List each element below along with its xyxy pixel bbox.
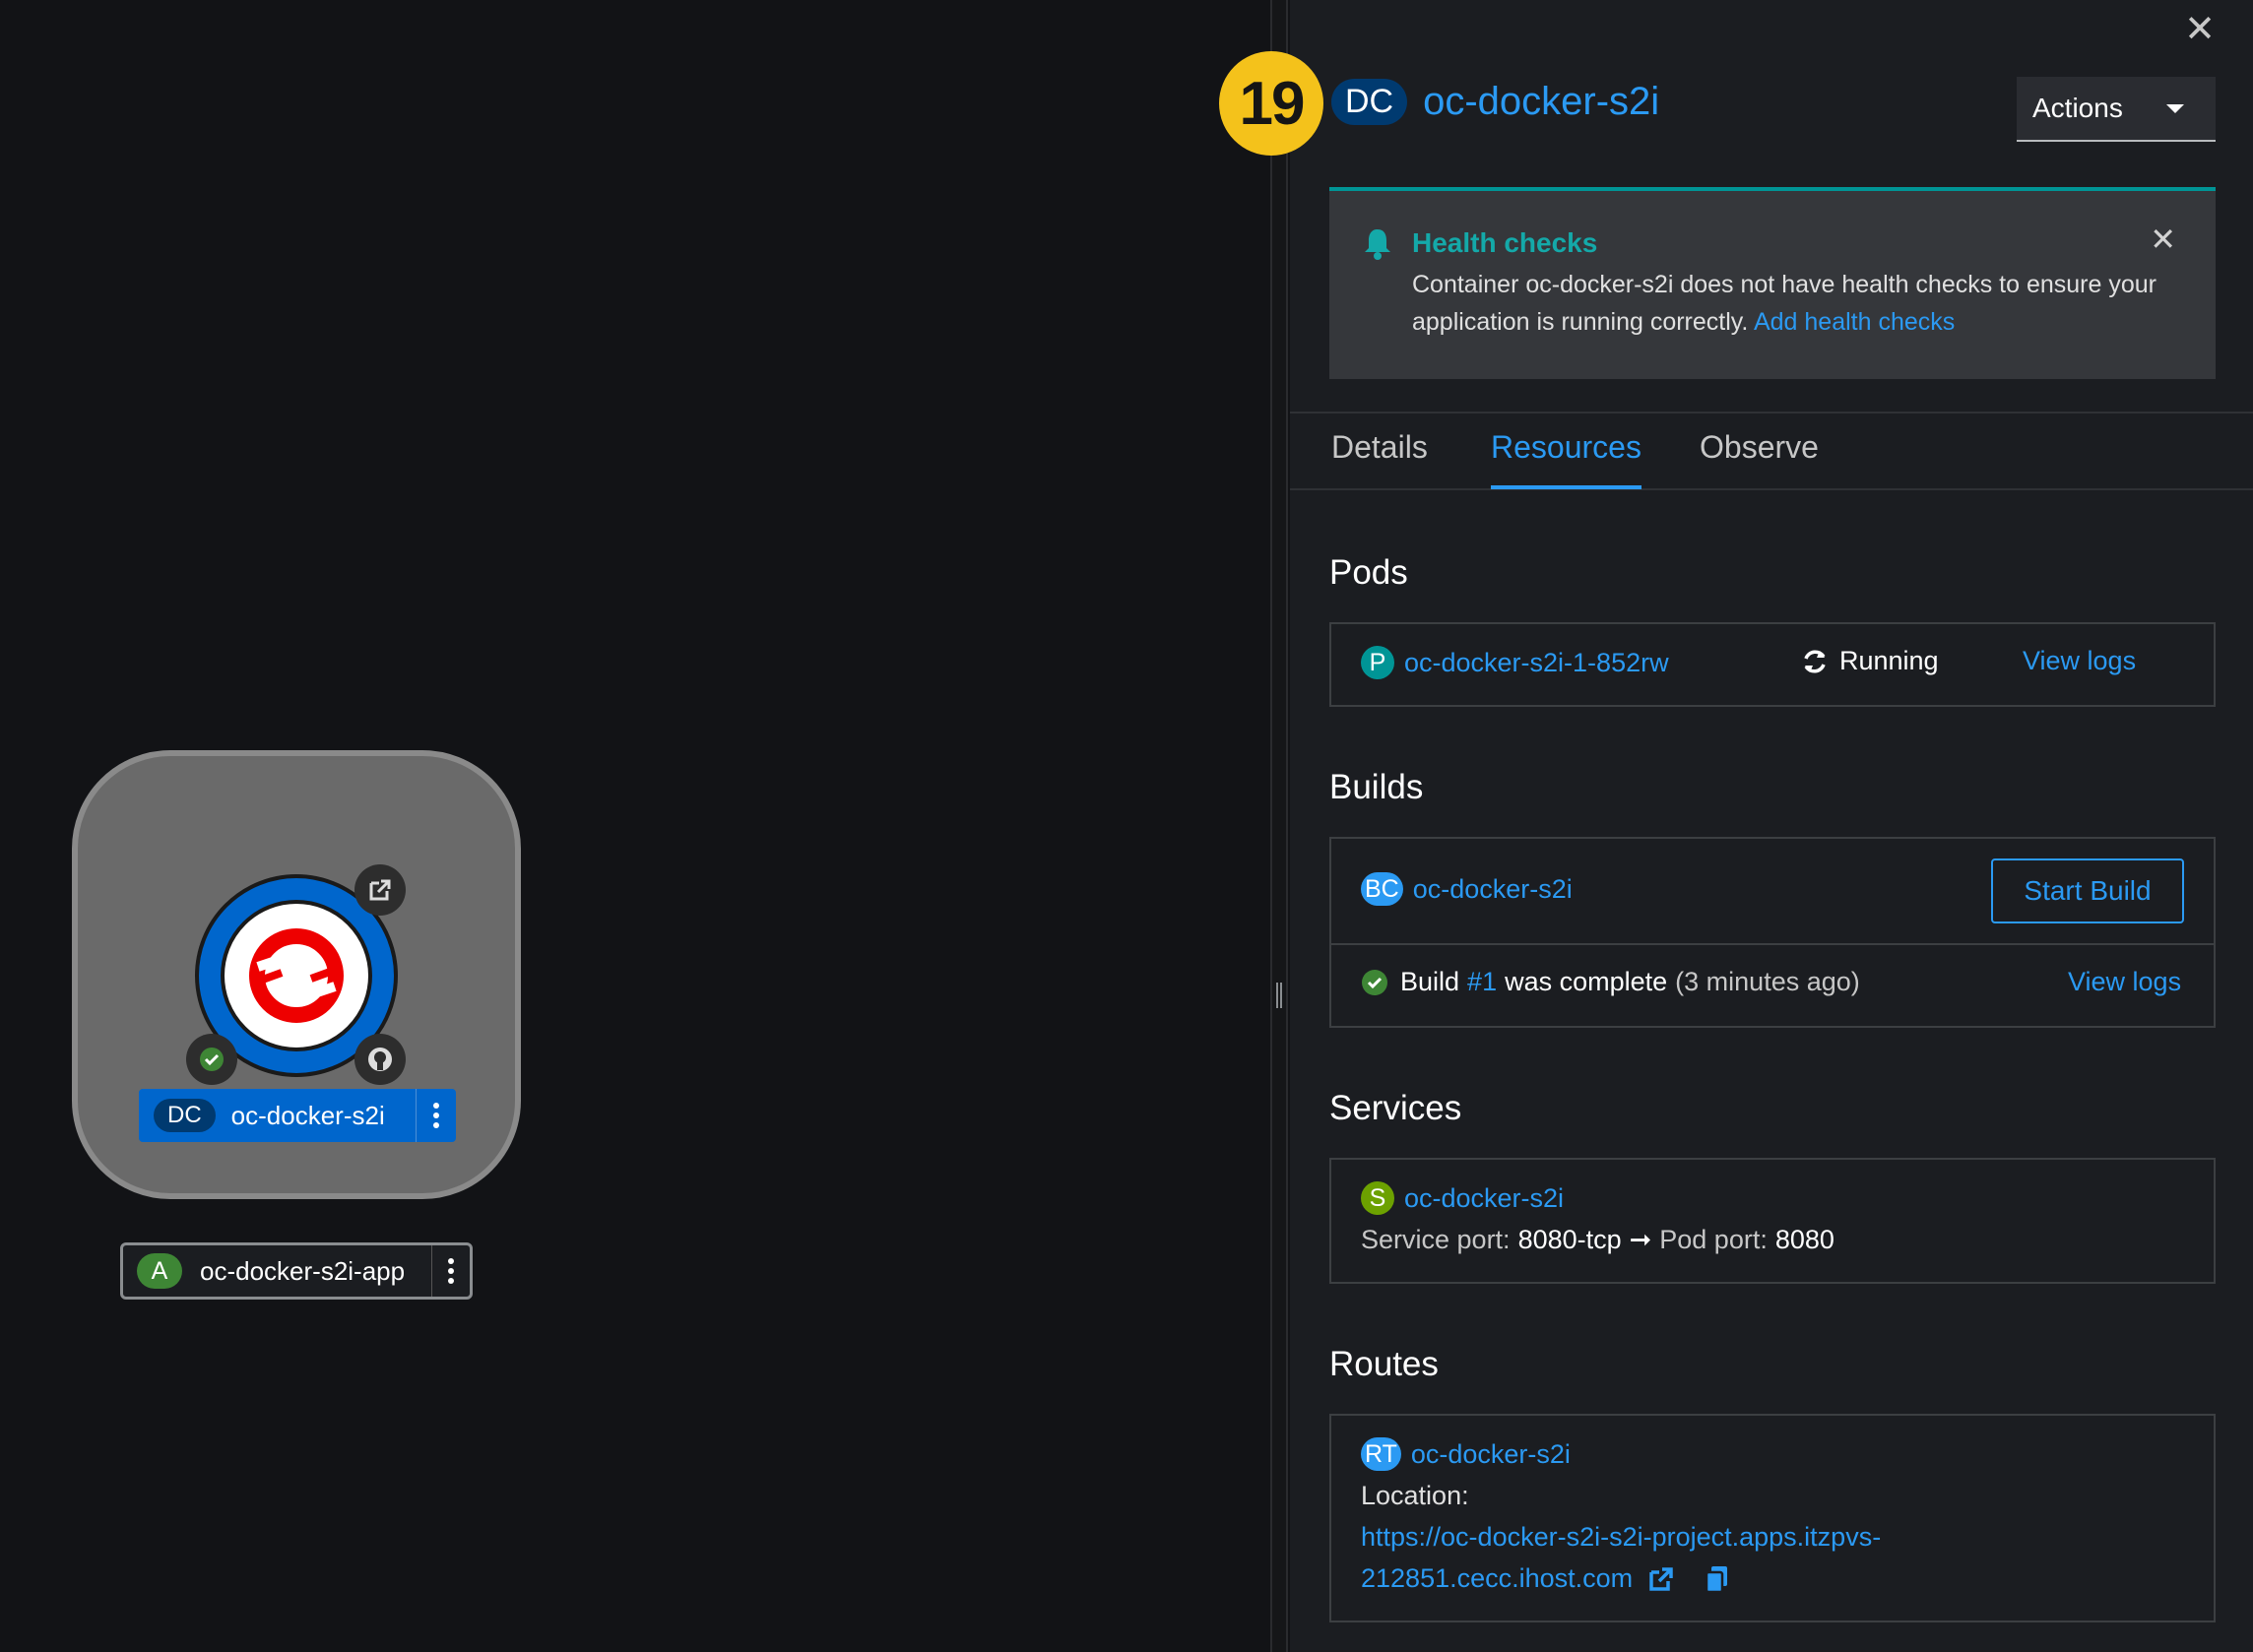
node-label[interactable]: DC oc-docker-s2i xyxy=(139,1089,456,1142)
success-check-icon xyxy=(1362,969,1387,995)
pod-view-logs-link[interactable]: View logs xyxy=(2023,646,2136,676)
alert-close-icon[interactable]: ✕ xyxy=(2150,221,2176,258)
services-card xyxy=(1329,1158,2216,1284)
route-url-line-1[interactable]: https://oc-docker-s2i-s2i-project.apps.i… xyxy=(1361,1522,1881,1553)
pod-port-value: 8080 xyxy=(1774,1225,1835,1254)
external-link-icon[interactable] xyxy=(1646,1564,1676,1594)
service-badge: S xyxy=(1361,1181,1394,1215)
route-url-line-2[interactable]: 212851.cecc.ihost.com xyxy=(1361,1563,1633,1594)
service-port-row: Service port: 8080-tcp ➞ Pod port: 8080 xyxy=(1361,1225,1835,1255)
pod-name-link[interactable]: oc-docker-s2i-1-852rw xyxy=(1404,648,1669,678)
build-status-success-icon[interactable] xyxy=(186,1034,237,1085)
route-location-label: Location: xyxy=(1361,1481,1469,1510)
step-number-badge: 19 xyxy=(1219,51,1323,156)
services-heading: Services xyxy=(1329,1089,1462,1127)
pods-heading: Pods xyxy=(1329,553,1408,592)
actions-dropdown-button[interactable]: Actions xyxy=(2017,77,2216,142)
builds-heading: Builds xyxy=(1329,768,1424,806)
route-url-row: 212851.cecc.ihost.com xyxy=(1361,1563,1731,1594)
build-number-link[interactable]: #1 xyxy=(1467,967,1497,997)
port-arrow-icon: ➞ xyxy=(1629,1225,1652,1254)
service-row: S oc-docker-s2i xyxy=(1361,1181,1564,1215)
health-checks-alert: Health checks Container oc-docker-s2i do… xyxy=(1329,187,2216,379)
openshift-logo-icon xyxy=(249,928,344,1023)
build-prefix: Build xyxy=(1400,967,1460,996)
application-kebab-menu-icon[interactable] xyxy=(431,1245,470,1297)
panel-tabs: Details Resources Observe xyxy=(1290,412,2253,490)
panel-title: DC oc-docker-s2i xyxy=(1331,79,1659,125)
application-name: oc-docker-s2i-app xyxy=(200,1255,406,1286)
build-status-text: was complete xyxy=(1505,967,1668,996)
build-status-row: Build #1 was complete (3 minutes ago) xyxy=(1361,967,1860,997)
copy-icon[interactable] xyxy=(1704,1564,1731,1594)
build-config-row: BC oc-docker-s2i xyxy=(1361,872,1573,906)
service-name-link[interactable]: oc-docker-s2i xyxy=(1404,1183,1564,1214)
pod-row: P oc-docker-s2i-1-852rw xyxy=(1361,646,1669,679)
add-health-checks-link[interactable]: Add health checks xyxy=(1754,308,1955,336)
pod-badge: P xyxy=(1361,646,1394,679)
application-label[interactable]: A oc-docker-s2i-app xyxy=(120,1242,473,1300)
bell-icon xyxy=(1365,229,1390,260)
routes-heading: Routes xyxy=(1329,1345,1439,1383)
build-time: (3 minutes ago) xyxy=(1675,967,1860,996)
dc-badge: DC xyxy=(1331,79,1408,125)
pod-status: Running xyxy=(1800,646,1939,676)
build-config-link[interactable]: oc-docker-s2i xyxy=(1413,874,1573,905)
close-panel-icon[interactable]: ✕ xyxy=(2180,10,2220,49)
route-name-link[interactable]: oc-docker-s2i xyxy=(1411,1439,1571,1470)
service-port-value: 8080-tcp xyxy=(1517,1225,1622,1254)
open-url-icon[interactable] xyxy=(354,864,406,916)
alert-title: Health checks xyxy=(1412,227,1598,258)
node-name: oc-docker-s2i xyxy=(230,1100,385,1130)
tab-observe[interactable]: Observe xyxy=(1700,429,1819,485)
node-inner xyxy=(221,900,372,1051)
bc-badge: BC xyxy=(1361,872,1403,906)
github-icon[interactable] xyxy=(354,1034,406,1085)
pod-port-label: Pod port: xyxy=(1659,1225,1768,1254)
caret-down-icon xyxy=(2166,104,2184,113)
app-badge: A xyxy=(137,1253,182,1289)
dc-badge: DC xyxy=(154,1099,216,1132)
topology-canvas[interactable]: DC oc-docker-s2i A oc-docker-s2i-app xyxy=(0,0,1270,1652)
panel-resize-splitter[interactable] xyxy=(1270,0,1288,1652)
splitter-grip-icon[interactable] xyxy=(1276,983,1282,1008)
tab-resources[interactable]: Resources xyxy=(1491,429,1641,489)
route-row: RT oc-docker-s2i xyxy=(1361,1437,1571,1471)
route-badge: RT xyxy=(1361,1437,1401,1471)
pod-status-text: Running xyxy=(1839,646,1939,675)
build-view-logs-link[interactable]: View logs xyxy=(2068,967,2181,997)
tab-details[interactable]: Details xyxy=(1331,429,1428,485)
actions-label: Actions xyxy=(2032,93,2123,123)
start-build-button[interactable]: Start Build xyxy=(1991,858,2184,923)
resource-name-link[interactable]: oc-docker-s2i xyxy=(1423,80,1659,124)
service-port-label: Service port: xyxy=(1361,1225,1511,1254)
sync-icon xyxy=(1804,649,1826,673)
node-kebab-menu-icon[interactable] xyxy=(416,1089,456,1142)
